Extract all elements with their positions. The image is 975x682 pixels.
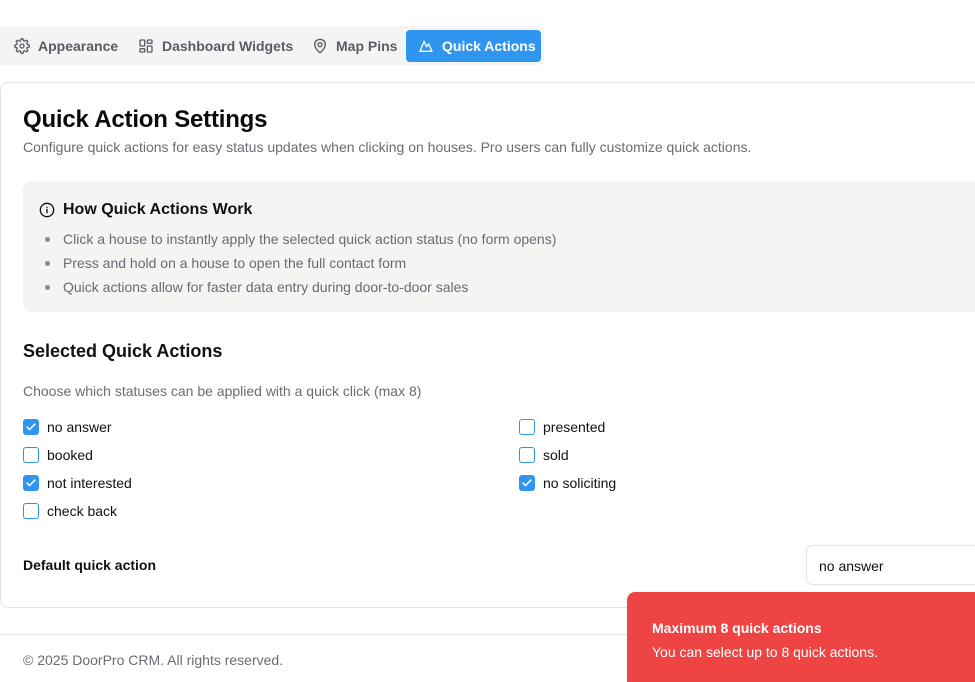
check-icon [522, 479, 532, 487]
list-item: Click a house to instantly apply the sel… [39, 229, 556, 253]
list-item: Press and hold on a house to open the fu… [39, 253, 556, 277]
toast-title: Maximum 8 quick actions [652, 620, 822, 636]
info-bullet-list: Click a house to instantly apply the sel… [39, 229, 556, 301]
checkbox[interactable] [519, 447, 535, 463]
option-not-interested[interactable]: not interested [23, 474, 132, 492]
option-label: no soliciting [543, 475, 617, 491]
default-action-select[interactable]: no answer [806, 545, 975, 585]
check-icon [26, 423, 36, 431]
checkbox[interactable] [23, 503, 39, 519]
info-panel-title: How Quick Actions Work [63, 201, 253, 218]
footer-copyright: © 2025 DoorPro CRM. All rights reserved. [23, 652, 284, 668]
option-no-soliciting[interactable]: no soliciting [519, 474, 616, 492]
tab-map-pins[interactable]: Map Pins [312, 30, 397, 62]
checkbox[interactable] [519, 475, 535, 491]
checkbox[interactable] [519, 419, 535, 435]
option-presented[interactable]: presented [519, 418, 605, 436]
info-panel-header: How Quick Actions Work [39, 201, 252, 219]
tab-dashboard-widgets[interactable]: Dashboard Widgets [138, 30, 293, 62]
grid-icon [138, 38, 154, 54]
tab-quick-actions[interactable]: Quick Actions [406, 30, 541, 62]
error-toast[interactable]: Maximum 8 quick actions You can select u… [627, 592, 975, 682]
page-subtitle: Configure quick actions for easy status … [23, 139, 752, 155]
map-pin-icon [312, 38, 328, 54]
settings-tab-bar: Appearance Dashboard Widgets Map Pins Qu… [0, 26, 544, 65]
option-label: check back [47, 503, 118, 519]
option-label: presented [543, 419, 606, 435]
tab-label: Appearance [38, 38, 119, 54]
option-no-answer[interactable]: no answer [23, 418, 112, 436]
option-sold[interactable]: sold [519, 446, 569, 464]
tab-appearance[interactable]: Appearance [14, 30, 118, 62]
option-label: sold [543, 447, 569, 463]
section-subtitle: Choose which statuses can be applied wit… [23, 383, 422, 399]
tab-label: Map Pins [336, 38, 398, 54]
checkbox[interactable] [23, 419, 39, 435]
default-action-label: Default quick action [23, 557, 157, 573]
option-label: booked [47, 447, 93, 463]
tab-label: Quick Actions [442, 38, 536, 54]
section-title: Selected Quick Actions [23, 341, 223, 361]
checkbox[interactable] [23, 475, 39, 491]
check-icon [26, 479, 36, 487]
option-label: not interested [47, 475, 132, 491]
tab-label: Dashboard Widgets [162, 38, 294, 54]
option-booked[interactable]: booked [23, 446, 93, 464]
info-icon [39, 202, 55, 218]
gear-icon [14, 38, 30, 54]
option-check-back[interactable]: check back [23, 502, 117, 520]
mountain-icon [418, 38, 434, 54]
page-title: Quick Action Settings [23, 106, 268, 133]
list-item: Quick actions allow for faster data entr… [39, 277, 556, 301]
toast-message: You can select up to 8 quick actions. [652, 644, 878, 660]
option-label: no answer [47, 419, 112, 435]
checkbox[interactable] [23, 447, 39, 463]
